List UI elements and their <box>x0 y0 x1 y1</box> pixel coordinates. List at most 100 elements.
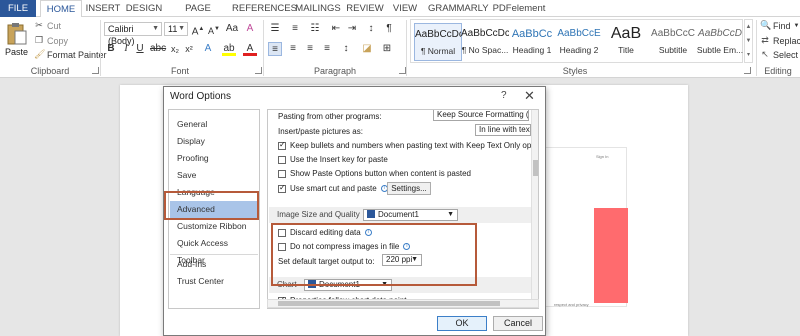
shrink-font-icon[interactable]: A▼ <box>207 22 221 36</box>
change-case-icon[interactable]: Aa <box>225 22 239 36</box>
font-size-combo[interactable]: 11 ▼ <box>164 22 188 36</box>
chevron-down-icon[interactable]: ▼ <box>745 34 752 48</box>
nav-item-add-ins[interactable]: Add-Ins <box>170 256 258 273</box>
tab-view[interactable]: VIEW <box>390 0 420 17</box>
vertical-scrollbar[interactable] <box>531 110 538 308</box>
nav-item-customize-ribbon[interactable]: Customize Ribbon <box>170 218 258 235</box>
pasting-label: Pasting from other programs: <box>278 112 382 121</box>
ok-button[interactable]: OK <box>437 316 487 331</box>
sort-icon[interactable]: ↕ <box>364 22 378 36</box>
checkbox[interactable] <box>278 140 286 150</box>
settings-button[interactable]: Settings... <box>387 182 431 195</box>
text-effects-icon[interactable]: A <box>201 42 215 56</box>
paragraph-launcher-icon[interactable] <box>399 67 406 74</box>
justify-icon[interactable]: ≡ <box>320 42 334 56</box>
chevron-up-icon[interactable]: ▲ <box>745 20 752 34</box>
checkbox[interactable] <box>278 183 286 193</box>
superscript-icon[interactable]: x² <box>182 42 196 56</box>
style-title[interactable]: AaB Title <box>602 23 650 61</box>
select-button[interactable]: ↖Select▼ <box>760 49 800 60</box>
nav-item-save[interactable]: Save <box>170 167 258 184</box>
help-icon[interactable]: ? <box>501 90 507 101</box>
line-spacing-icon[interactable]: ↕ <box>339 42 353 56</box>
highlight-icon[interactable]: ab <box>222 42 236 56</box>
nav-item-display[interactable]: Display <box>170 133 258 150</box>
bullets-icon[interactable]: ☰ <box>268 22 282 36</box>
clipboard-launcher-icon[interactable] <box>92 67 99 74</box>
bold-icon[interactable]: B <box>104 42 118 56</box>
align-left-icon[interactable]: ≡ <box>268 42 282 56</box>
insert-pictures-select[interactable]: In line with text <box>475 124 531 136</box>
chevron-down-icon: ▼ <box>447 211 454 218</box>
style-no-spacing[interactable]: AaBbCcDc ¶ No Spac... <box>461 23 509 61</box>
paste-button[interactable]: Paste <box>3 19 31 63</box>
grow-font-icon[interactable]: A▲ <box>191 22 205 37</box>
style-heading-2[interactable]: AaBbCcE Heading 2 <box>555 23 603 61</box>
font-name-combo[interactable]: Calibri (Body) ▼ <box>104 22 162 46</box>
preview-text: Sign In <box>596 154 609 159</box>
pasting-select[interactable]: Keep Source Formatting (Default) <box>433 110 529 121</box>
horizontal-scrollbar[interactable] <box>267 299 539 308</box>
style-subtle-emphasis[interactable]: AaBbCcD Subtle Em... <box>696 23 744 61</box>
tab-grammarly[interactable]: GRAMMARLY <box>428 0 489 17</box>
nav-divider <box>170 254 258 255</box>
styles-launcher-icon[interactable] <box>744 67 751 74</box>
nav-item-general[interactable]: General <box>170 116 258 133</box>
increase-indent-icon[interactable]: ⇥ <box>345 22 359 36</box>
tab-pdfelement[interactable]: PDFelement <box>492 0 546 17</box>
style-sample: AaBbCcC <box>651 28 695 39</box>
tab-review[interactable]: REVIEW <box>346 0 384 17</box>
style-heading-1[interactable]: AaBbCc Heading 1 <box>508 23 556 61</box>
scroll-thumb[interactable] <box>533 160 538 176</box>
more-icon[interactable]: ▾ <box>745 48 752 62</box>
numbering-icon[interactable]: ≡ <box>288 22 302 36</box>
font-launcher-icon[interactable] <box>255 67 262 74</box>
preview-image-block <box>594 208 628 303</box>
clear-formatting-icon[interactable]: A <box>243 22 257 36</box>
style-subtitle[interactable]: AaBbCcC Subtitle <box>649 23 697 61</box>
copy-button[interactable]: ❐ Copy <box>34 35 68 46</box>
style-normal[interactable]: AaBbCcDc ¶ Normal <box>414 23 462 61</box>
image-document-select[interactable]: Document1 ▼ <box>363 209 458 221</box>
tab-insert[interactable]: INSERT <box>84 0 122 17</box>
subscript-icon[interactable]: x₂ <box>168 42 182 56</box>
tab-home[interactable]: HOME <box>40 0 82 18</box>
search-icon: 🔍 <box>760 20 772 30</box>
nav-item-quick-access-toolbar[interactable]: Quick Access Toolbar <box>170 235 258 265</box>
font-color-icon[interactable]: A <box>243 42 257 56</box>
align-center-icon[interactable]: ≡ <box>286 42 300 56</box>
keep-bullets-option[interactable]: Keep bullets and numbers when pasting te… <box>278 140 538 150</box>
font-group-label: Font <box>170 66 189 76</box>
cancel-button[interactable]: Cancel <box>493 316 543 331</box>
tab-file[interactable]: FILE <box>0 0 36 17</box>
strikethrough-icon[interactable]: abc <box>150 42 166 56</box>
multilevel-list-icon[interactable]: ☷ <box>308 22 322 36</box>
decrease-indent-icon[interactable]: ⇤ <box>329 22 343 36</box>
styles-group-label: Styles <box>562 66 588 76</box>
show-paste-option[interactable]: Show Paste Options button when content i… <box>278 169 471 178</box>
tab-design[interactable]: DESIGN <box>124 0 164 17</box>
replace-button[interactable]: ⇄ Replace <box>760 35 800 46</box>
close-icon[interactable]: ✕ <box>524 88 535 104</box>
insert-key-option[interactable]: Use the Insert key for paste <box>278 155 388 164</box>
nav-item-proofing[interactable]: Proofing <box>170 150 258 167</box>
styles-scroll[interactable]: ▲ ▼ ▾ <box>744 19 753 63</box>
cut-button[interactable]: ✂ Cut <box>34 20 61 31</box>
show-marks-icon[interactable]: ¶ <box>382 22 396 36</box>
shading-icon[interactable]: ◪ <box>360 42 374 56</box>
underline-icon[interactable]: U <box>133 42 147 56</box>
scroll-thumb[interactable] <box>278 301 500 306</box>
tab-mailings[interactable]: MAILINGS <box>294 0 342 17</box>
tab-page-layout[interactable]: PAGE LAYOUT <box>168 0 228 31</box>
borders-icon[interactable]: ⊞ <box>380 42 394 56</box>
nav-item-trust-center[interactable]: Trust Center <box>170 273 258 290</box>
format-painter-button[interactable]: 🖌 Format Painter <box>34 49 107 60</box>
tab-references[interactable]: REFERENCES <box>232 0 297 17</box>
italic-icon[interactable]: I <box>119 42 133 56</box>
checkbox[interactable] <box>278 169 286 178</box>
checkbox[interactable] <box>278 155 286 164</box>
find-button[interactable]: 🔍 Find ▼ <box>760 20 799 31</box>
align-right-icon[interactable]: ≡ <box>303 42 317 56</box>
smart-cut-option[interactable]: Use smart cut and pastei <box>278 183 388 193</box>
chevron-down-icon: ▼ <box>152 25 159 32</box>
